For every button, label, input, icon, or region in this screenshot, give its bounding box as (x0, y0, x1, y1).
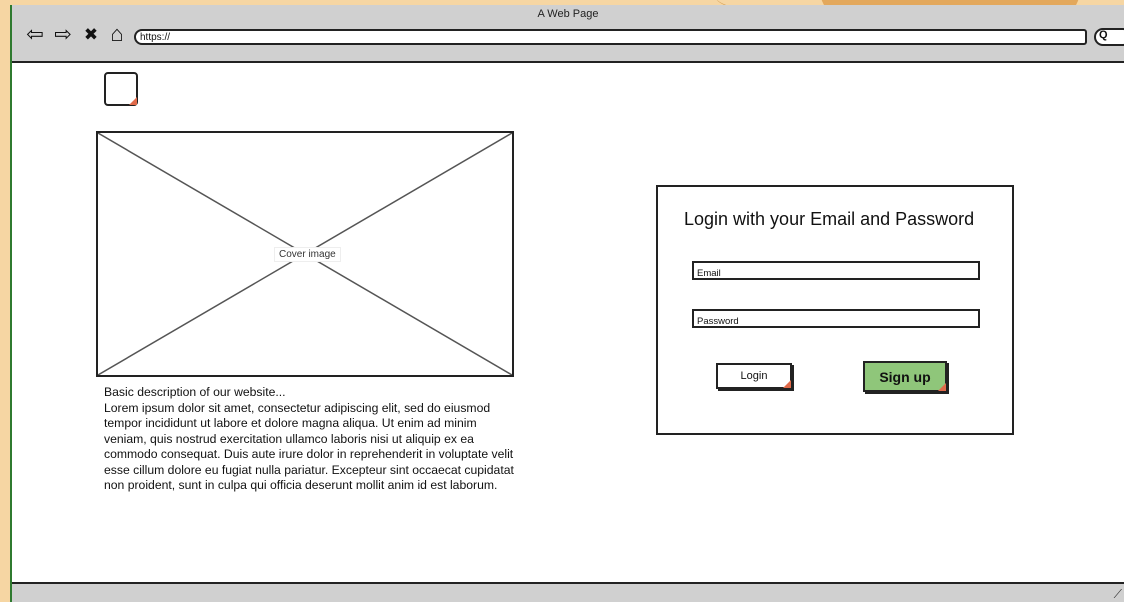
logo-placeholder (104, 72, 138, 106)
website-description: Basic description of our website... Lore… (104, 385, 519, 494)
signup-button[interactable]: Sign up (863, 361, 947, 392)
login-button[interactable]: Login (716, 363, 792, 389)
resize-corner-icon (129, 97, 137, 105)
address-bar[interactable]: https:// (134, 29, 1087, 45)
password-input[interactable] (694, 314, 978, 329)
search-icon: Q (1099, 29, 1108, 41)
search-button[interactable]: Q (1094, 28, 1124, 46)
browser-window: A Web Page ⇦ ⇨ ✖ ⌂ https:// Q Cover imag… (10, 5, 1124, 602)
login-panel: Login with your Email and Password Login… (656, 185, 1014, 435)
url-text: https:// (140, 32, 171, 43)
login-corner-icon (783, 380, 791, 388)
cover-image-placeholder: Cover image (96, 131, 514, 377)
home-icon[interactable]: ⌂ (104, 21, 130, 47)
email-field[interactable] (692, 261, 980, 281)
status-bar: ⟋ (12, 582, 1124, 602)
email-input[interactable] (694, 266, 978, 281)
signup-corner-icon (938, 383, 946, 391)
login-button-label: Login (740, 370, 768, 382)
stop-icon[interactable]: ✖ (78, 21, 104, 47)
page-content: Cover image Basic description of our web… (12, 63, 1124, 582)
cover-image-label: Cover image (274, 247, 341, 262)
browser-toolbar: A Web Page ⇦ ⇨ ✖ ⌂ https:// Q (12, 5, 1124, 63)
resize-grip-icon[interactable]: ⟋ (1114, 587, 1122, 602)
description-heading: Basic description of our website... (104, 385, 286, 399)
back-arrow-icon[interactable]: ⇦ (22, 21, 48, 47)
forward-arrow-icon[interactable]: ⇨ (50, 21, 76, 47)
login-title: Login with your Email and Password (684, 209, 975, 229)
window-title: A Web Page (537, 8, 599, 20)
password-field[interactable] (692, 309, 980, 329)
signup-button-label: Sign up (879, 368, 931, 385)
description-body: Lorem ipsum dolor sit amet, consectetur … (104, 400, 514, 493)
